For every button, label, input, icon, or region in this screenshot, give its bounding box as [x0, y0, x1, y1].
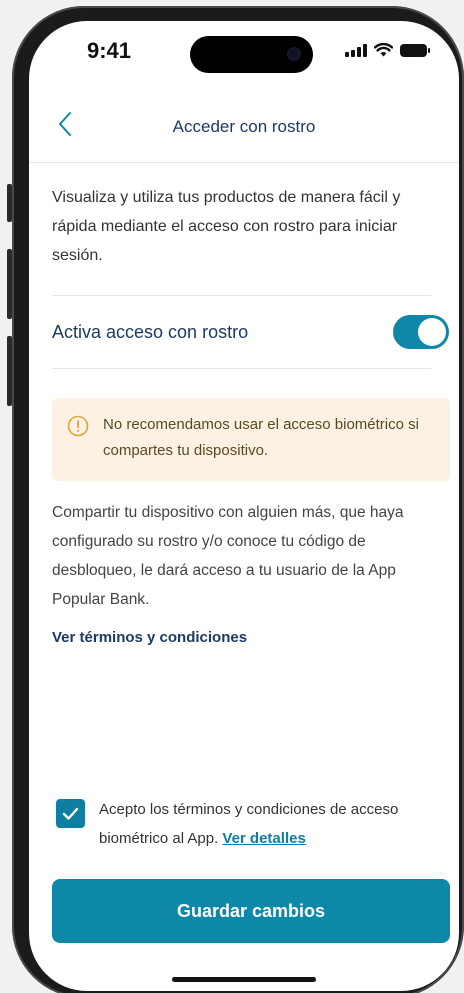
home-indicator	[172, 977, 316, 982]
volume-down-button	[7, 336, 12, 406]
check-icon	[62, 807, 79, 820]
phone-frame: 9:41 Acceder con rostro Visualiza y util…	[7, 6, 464, 993]
face-access-toggle[interactable]	[393, 315, 449, 349]
warning-circle-icon	[67, 415, 89, 437]
divider	[52, 368, 431, 369]
warning-banner: No recomendamos usar el acceso biométric…	[52, 398, 450, 481]
accept-checkbox[interactable]	[56, 799, 85, 828]
face-access-label: Activa acceso con rostro	[52, 322, 249, 342]
status-icons	[345, 43, 430, 57]
divider	[52, 295, 431, 296]
action-button	[7, 184, 12, 222]
battery-icon	[400, 44, 430, 57]
screen: 9:41 Acceder con rostro Visualiza y util…	[29, 21, 459, 991]
details-link[interactable]: Ver detalles	[222, 830, 305, 847]
intro-text: Visualiza y utiliza tus productos de man…	[52, 189, 401, 264]
status-time: 9:41	[87, 38, 132, 63]
accept-text: Acepto los términos y condiciones de acc…	[99, 795, 429, 853]
dynamic-island	[190, 36, 313, 73]
body-text: Compartir tu dispositivo con alguien más…	[52, 504, 404, 608]
toggle-knob	[418, 318, 446, 346]
page-title: Acceder con rostro	[172, 117, 316, 136]
save-button[interactable]: Guardar cambios	[52, 879, 450, 943]
signal-icon	[345, 44, 367, 57]
wifi-icon	[374, 43, 393, 57]
warning-text: No recomendamos usar el acceso biométric…	[103, 416, 419, 459]
terms-link[interactable]: Ver términos y condiciones	[52, 629, 247, 646]
nav-bar: Acceder con rostro	[29, 91, 459, 163]
camera-icon	[287, 47, 301, 61]
volume-up-button	[7, 249, 12, 319]
